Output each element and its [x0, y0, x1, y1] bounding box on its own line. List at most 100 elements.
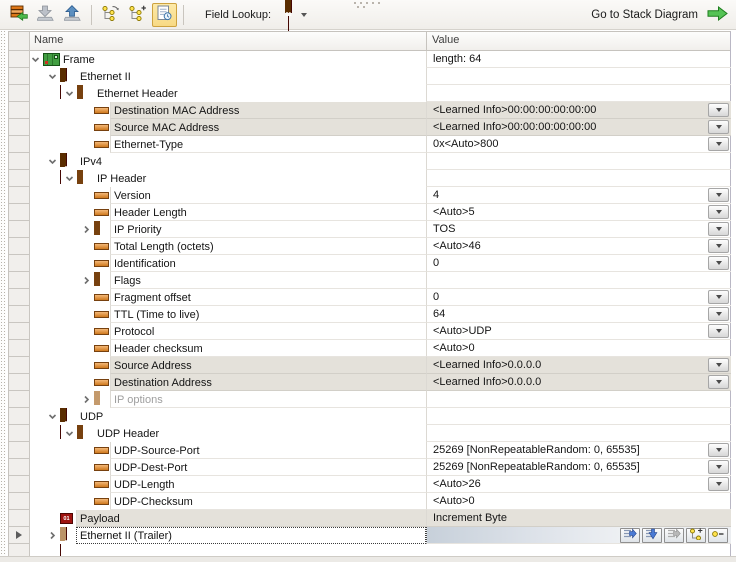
gutter-cell[interactable] [9, 170, 30, 187]
add-tree-item-button[interactable] [125, 3, 150, 27]
move-protocol-up-button[interactable] [60, 3, 85, 27]
green-right-arrow-icon[interactable] [707, 6, 728, 24]
gutter-cell[interactable] [9, 323, 30, 340]
chevron-right-icon[interactable] [82, 225, 91, 234]
value-dropdown-button[interactable] [708, 460, 729, 474]
row-value-cell[interactable]: <Learned Info>0.0.0.0 [426, 357, 731, 374]
gutter-cell[interactable] [9, 425, 30, 442]
gutter-cell[interactable] [9, 272, 30, 289]
gutter-cell[interactable] [9, 391, 30, 408]
tree-row[interactable]: IP Header [30, 170, 730, 187]
value-dropdown-button[interactable] [708, 256, 729, 270]
row-value-cell[interactable]: 0x<Auto>800 [426, 136, 731, 153]
show-preview-toggle[interactable] [152, 3, 177, 27]
chevron-down-icon[interactable] [65, 174, 74, 183]
value-dropdown-button[interactable] [708, 375, 729, 389]
tree-row[interactable]: Version4 [30, 187, 730, 204]
row-value-cell[interactable]: 0 [426, 289, 731, 306]
move-protocol-down-button[interactable] [33, 3, 58, 27]
chevron-down-icon[interactable] [65, 429, 74, 438]
chevron-down-icon[interactable] [48, 412, 57, 421]
row-value-cell[interactable]: <Auto>0 [426, 340, 731, 357]
gutter-cell[interactable] [9, 408, 30, 425]
gutter-cell[interactable] [9, 442, 30, 459]
gutter-cell[interactable] [9, 255, 30, 272]
gutter-cell[interactable] [9, 68, 30, 85]
row-value-cell[interactable] [426, 272, 731, 289]
row-value-cell[interactable]: 64 [426, 306, 731, 323]
value-dropdown-button[interactable] [708, 307, 729, 321]
tree-row[interactable]: UDP-Checksum<Auto>0 [30, 493, 730, 510]
row-value-cell[interactable]: TOS [426, 221, 731, 238]
row-value-cell[interactable]: 25269 [NonRepeatableRandom: 0, 65535] [426, 459, 731, 476]
tree-row[interactable]: Protocol<Auto>UDP [30, 323, 730, 340]
tree-row[interactable]: Destination Address<Learned Info>0.0.0.0 [30, 374, 730, 391]
chevron-right-icon[interactable] [82, 276, 91, 285]
row-value-cell[interactable]: Increment Byte [426, 510, 731, 527]
tree-row[interactable]: 01PayloadIncrement Byte [30, 510, 730, 527]
gutter-cell[interactable] [9, 136, 30, 153]
current-row-marker[interactable] [9, 527, 30, 544]
tree-row[interactable]: 01Ethernet II (Trailer) [30, 527, 730, 544]
add-field-button[interactable] [686, 528, 706, 543]
value-dropdown-button[interactable] [708, 103, 729, 117]
gutter-cell[interactable] [9, 51, 30, 68]
value-dropdown-button[interactable] [708, 443, 729, 457]
row-value-cell[interactable] [426, 391, 731, 408]
row-value-cell[interactable]: <Learned Info>0.0.0.0 [426, 374, 731, 391]
chevron-right-icon[interactable] [48, 531, 57, 540]
remove-field-button[interactable] [708, 528, 728, 543]
tree-row[interactable]: Ethernet-Type0x<Auto>800 [30, 136, 730, 153]
tree-row[interactable]: 01Ethernet II [30, 68, 730, 85]
gutter-cell[interactable] [9, 306, 30, 323]
insert-protocol-button[interactable] [6, 3, 31, 27]
row-value-cell[interactable]: 25269 [NonRepeatableRandom: 0, 65535] [426, 442, 731, 459]
gutter-cell[interactable] [9, 544, 30, 556]
tree-row[interactable]: Source Address<Learned Info>0.0.0.0 [30, 357, 730, 374]
refresh-tree-button[interactable] [98, 3, 123, 27]
gutter-cell[interactable] [9, 102, 30, 119]
tree-row[interactable]: Destination MAC Address<Learned Info>00:… [30, 102, 730, 119]
row-value-cell[interactable]: <Auto>46 [426, 238, 731, 255]
tree-row[interactable]: Identification0 [30, 255, 730, 272]
gutter-cell[interactable] [9, 340, 30, 357]
gutter-cell[interactable] [9, 221, 30, 238]
tree-row[interactable]: UDP-Dest-Port25269 [NonRepeatableRandom:… [30, 459, 730, 476]
gutter-cell[interactable] [9, 374, 30, 391]
value-dropdown-button[interactable] [708, 188, 729, 202]
column-header-value[interactable]: Value [432, 34, 459, 46]
row-value-cell[interactable]: 4 [426, 187, 731, 204]
value-dropdown-button[interactable] [708, 290, 729, 304]
row-value-cell[interactable]: <Auto>UDP [426, 323, 731, 340]
value-dropdown-button[interactable] [708, 239, 729, 253]
tree-row[interactable]: UDP Header [30, 425, 730, 442]
chevron-down-icon[interactable] [31, 55, 40, 64]
tree-row[interactable]: TTL (Time to live)64 [30, 306, 730, 323]
tree-row[interactable]: UDP-Source-Port25269 [NonRepeatableRando… [30, 442, 730, 459]
gutter-cell[interactable] [9, 510, 30, 527]
tree-row[interactable]: IP PriorityTOS [30, 221, 730, 238]
gutter-cell[interactable] [9, 204, 30, 221]
tree-row[interactable]: Ethernet Header [30, 85, 730, 102]
tree-row[interactable]: IP options [30, 391, 730, 408]
tree-row[interactable]: Header Length<Auto>5 [30, 204, 730, 221]
chevron-down-icon[interactable] [48, 157, 57, 166]
gutter-cell[interactable] [9, 493, 30, 510]
gutter-cell[interactable] [9, 357, 30, 374]
row-value-cell[interactable]: 0 [426, 255, 731, 272]
value-dropdown-button[interactable] [708, 477, 729, 491]
tree-row[interactable]: Header checksum<Auto>0 [30, 340, 730, 357]
gutter-cell[interactable] [9, 459, 30, 476]
gutter-cell[interactable] [9, 85, 30, 102]
row-value-cell[interactable]: <Auto>5 [426, 204, 731, 221]
tree-row[interactable]: Source MAC Address<Learned Info>00:00:00… [30, 119, 730, 136]
go-to-stack-diagram-link[interactable]: Go to Stack Diagram [591, 9, 698, 21]
value-dropdown-button[interactable] [708, 222, 729, 236]
tree-row[interactable]: Total Length (octets)<Auto>46 [30, 238, 730, 255]
gutter-cell[interactable] [9, 238, 30, 255]
value-dropdown-button[interactable] [708, 358, 729, 372]
value-dropdown-button[interactable] [708, 137, 729, 151]
gutter-cell[interactable] [9, 476, 30, 493]
row-value-cell[interactable]: <Learned Info>00:00:00:00:00:00 [426, 102, 731, 119]
tree-row[interactable]: Flags [30, 272, 730, 289]
